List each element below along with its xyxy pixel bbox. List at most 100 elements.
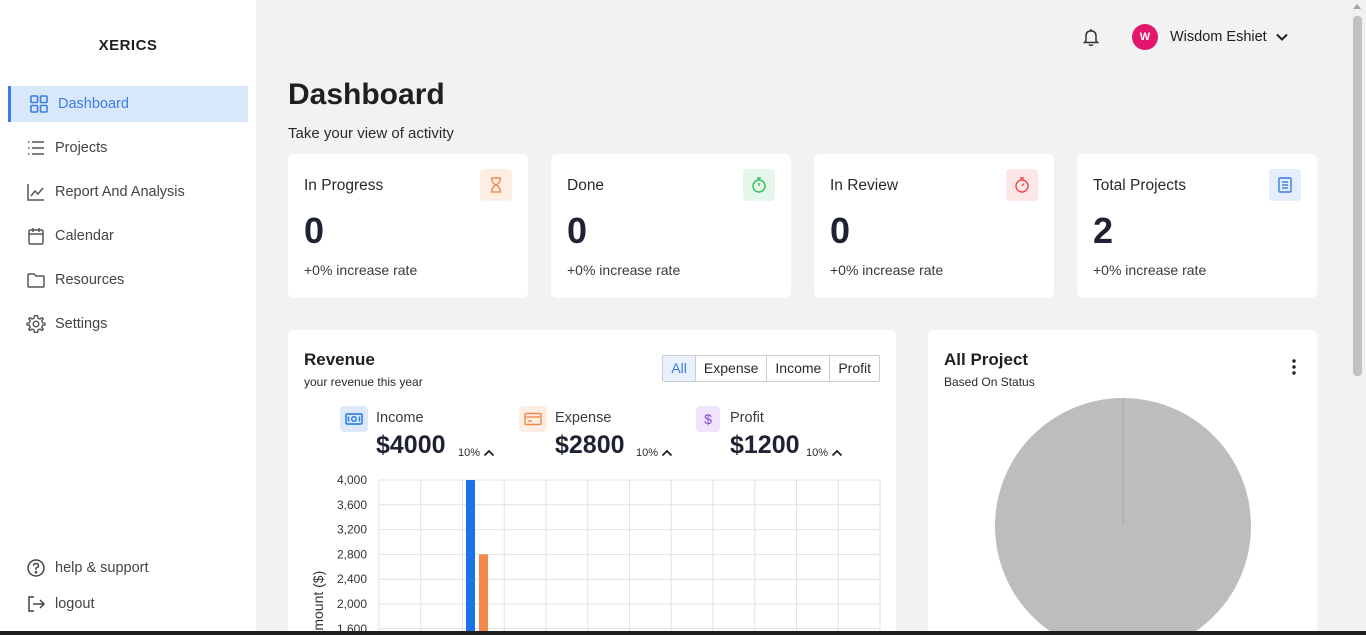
money-icon: [340, 406, 368, 432]
metric-change: 10%: [458, 447, 495, 459]
stat-card-in-progress: In Progress 0 +0% increase rate: [288, 154, 528, 298]
stat-rate: +0% increase rate: [304, 262, 418, 278]
filter-income-button[interactable]: Income: [766, 356, 829, 381]
stat-rate: +0% increase rate: [830, 262, 944, 278]
grid-icon: [28, 93, 50, 115]
stat-value: 0: [304, 210, 325, 251]
filter-profit-button[interactable]: Profit: [829, 356, 879, 381]
scroll-up-arrow-icon[interactable]: [1353, 4, 1361, 9]
bell-icon[interactable]: [1080, 26, 1102, 48]
stat-rate: +0% increase rate: [1093, 262, 1207, 278]
stat-card-done: Done 0 +0% increase rate: [551, 154, 791, 298]
sidebar-item-label: logout: [55, 596, 95, 612]
metric-percent: 10%: [458, 447, 481, 459]
chevron-up-icon: [661, 449, 673, 457]
y-axis-label: Amount ($): [310, 571, 326, 635]
chevron-up-icon: [483, 449, 495, 457]
brand-logo: XERICS: [98, 37, 158, 54]
sidebar-item-label: help & support: [55, 560, 149, 576]
revenue-subtitle: your revenue this year: [304, 375, 423, 389]
sidebar-item-dashboard[interactable]: Dashboard: [8, 86, 248, 122]
user-name: Wisdom Eshiet: [1170, 29, 1267, 45]
y-tick-label: 4,000: [337, 473, 367, 487]
scrollbar-thumb[interactable]: [1353, 16, 1362, 376]
sidebar-item-label: Dashboard: [58, 96, 129, 112]
timer-icon: [1006, 169, 1038, 201]
stat-rate: +0% increase rate: [567, 262, 681, 278]
revenue-filter: All Expense Income Profit: [662, 355, 880, 382]
y-tick-label: 2,000: [337, 597, 367, 611]
sidebar-item-label: Report And Analysis: [55, 184, 185, 200]
hourglass-icon: [480, 169, 512, 201]
metric-percent: 10%: [806, 447, 829, 459]
sidebar-item-report-and-analysis[interactable]: Report And Analysis: [8, 174, 248, 210]
logout-icon: [25, 593, 47, 615]
sidebar-nav: Dashboard Projects Report And Analysis C…: [8, 86, 248, 350]
chevron-down-icon: [1275, 33, 1288, 41]
sidebar-item-help-support[interactable]: help & support: [8, 550, 248, 586]
sidebar-bottom-nav: help & support logout: [8, 550, 248, 622]
stat-card-in-review: In Review 0 +0% increase rate: [814, 154, 1054, 298]
sidebar-item-projects[interactable]: Projects: [8, 130, 248, 166]
stat-label: In Review: [830, 177, 899, 194]
metric-change: 10%: [636, 447, 673, 459]
y-tick-label: 3,200: [337, 523, 367, 537]
stat-label: Done: [567, 177, 605, 194]
project-title: All Project: [944, 350, 1029, 369]
sidebar-item-label: Calendar: [55, 228, 114, 244]
stopwatch-icon: [743, 169, 775, 201]
page-title: Dashboard: [288, 78, 445, 111]
metric-value: $4000: [376, 431, 446, 459]
sidebar-item-calendar[interactable]: Calendar: [8, 218, 248, 254]
folder-icon: [25, 269, 47, 291]
window-bottom-edge: [0, 631, 1366, 635]
stat-value: 2: [1093, 210, 1114, 251]
stat-label: In Progress: [304, 177, 384, 194]
project-status-pie: [995, 398, 1251, 635]
y-tick-label: 2,400: [337, 572, 367, 586]
stat-card-total-projects: Total Projects 2 +0% increase rate: [1077, 154, 1317, 298]
bar-expense: [479, 554, 488, 635]
list-icon: [25, 137, 47, 159]
all-project-panel: All Project Based On Status: [928, 330, 1317, 635]
sidebar-item-label: Resources: [55, 272, 125, 288]
chart-icon: [25, 181, 47, 203]
avatar: W: [1132, 24, 1158, 50]
metric-label: Income: [376, 410, 424, 426]
stat-label: Total Projects: [1093, 177, 1187, 194]
scrollbar[interactable]: [1349, 0, 1366, 635]
sidebar-item-label: Projects: [55, 140, 108, 156]
metric-percent: 10%: [636, 447, 659, 459]
help-icon: [25, 557, 47, 579]
metric-value: $1200: [730, 431, 800, 459]
bar-income: [466, 480, 475, 635]
user-menu[interactable]: W Wisdom Eshiet: [1132, 24, 1289, 50]
sidebar-item-resources[interactable]: Resources: [8, 262, 248, 298]
revenue-bar-chart: 4,0003,6003,2002,8002,4002,0001,600Amoun…: [310, 473, 881, 635]
sidebar-item-label: Settings: [55, 316, 108, 332]
filter-expense-button[interactable]: Expense: [694, 356, 766, 381]
calendar-icon: [25, 225, 47, 247]
stat-value: 0: [567, 210, 588, 251]
dollar-icon: $: [696, 406, 720, 432]
metric-label: Expense: [555, 410, 612, 426]
metric-value: $2800: [555, 431, 625, 459]
chevron-up-icon: [831, 449, 843, 457]
page-subtitle: Take your view of activity: [288, 125, 454, 142]
more-options-icon[interactable]: [1291, 358, 1297, 376]
sidebar-item-settings[interactable]: Settings: [8, 306, 248, 342]
metric-change: 10%: [806, 447, 843, 459]
y-tick-label: 3,600: [337, 498, 367, 512]
project-subtitle: Based On Status: [944, 375, 1035, 389]
filter-all-button[interactable]: All: [663, 356, 695, 381]
y-tick-label: 2,800: [337, 547, 367, 561]
sidebar: XERICS Dashboard Projects Report And Ana…: [0, 0, 256, 635]
stat-value: 0: [830, 210, 851, 251]
gear-icon: [25, 313, 47, 335]
sidebar-item-logout[interactable]: logout: [8, 586, 248, 622]
revenue-panel: Revenue your revenue this year All Expen…: [288, 330, 896, 635]
document-icon: [1269, 169, 1301, 201]
metric-label: Profit: [730, 410, 764, 426]
card-icon: [519, 406, 547, 432]
revenue-title: Revenue: [304, 350, 375, 369]
